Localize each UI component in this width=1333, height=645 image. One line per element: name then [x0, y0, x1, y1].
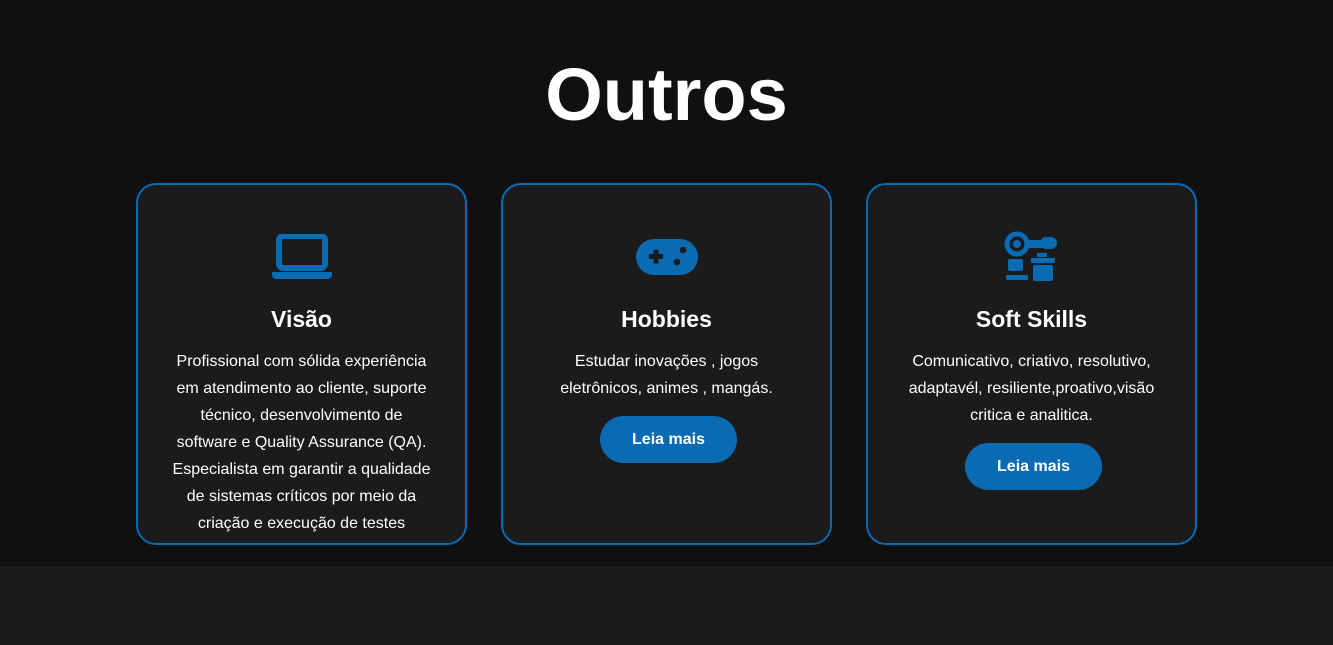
- laptop-icon: [138, 229, 465, 285]
- outros-section: Outros Visão Profissional com sólida exp…: [0, 0, 1333, 566]
- gamepad-icon: [503, 229, 830, 285]
- card-hobbies: Hobbies Estudar inovações , jogos eletrô…: [501, 183, 832, 545]
- card-visao: Visão Profissional com sólida experiênci…: [136, 183, 467, 545]
- card-title: Hobbies: [621, 306, 712, 332]
- card-text: Comunicativo, criativo, resolutivo, adap…: [908, 353, 1155, 424]
- card-text: Estudar inovações , jogos eletrônicos, a…: [560, 353, 773, 397]
- leia-mais-button[interactable]: Leia mais: [965, 443, 1102, 490]
- footer-band: [0, 566, 1333, 645]
- card-title: Soft Skills: [975, 306, 1088, 332]
- card-soft-skills: Soft Skills Comunicativo, criativo, reso…: [866, 183, 1197, 545]
- card-text: Profissional com sólida experiência em a…: [172, 353, 431, 543]
- leia-mais-button[interactable]: Leia mais: [600, 416, 737, 463]
- section-title: Outros: [545, 53, 788, 136]
- skills-icon: [868, 229, 1195, 285]
- card-title: Visão: [271, 306, 332, 332]
